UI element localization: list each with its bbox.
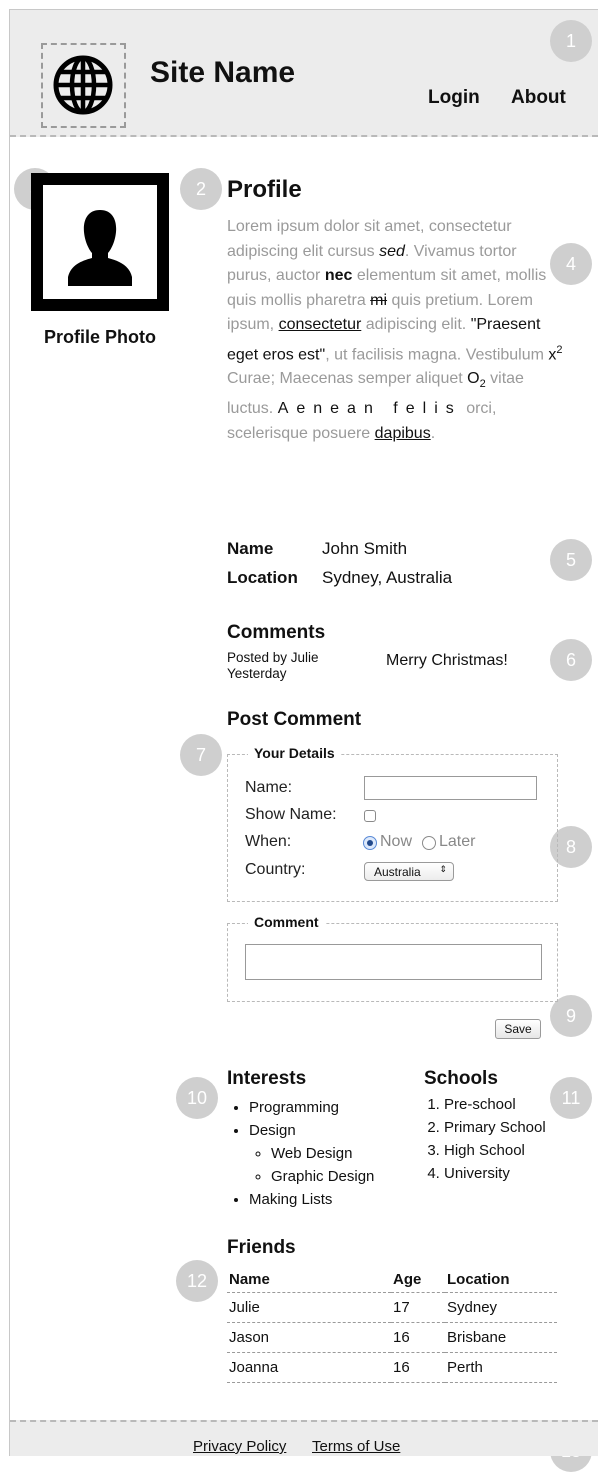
friends-table: Name Age Location Julie 17 Sydney Jason …	[227, 1266, 557, 1383]
italic-text: sed	[379, 242, 405, 260]
schools-list: Pre-school Primary School High School Un…	[424, 1093, 546, 1185]
table-cell: 16	[391, 1322, 445, 1353]
table-header-row: Name Age Location	[227, 1266, 557, 1293]
terms-of-use-link[interactable]: Terms of Use	[312, 1438, 400, 1455]
column-header: Location	[445, 1266, 557, 1293]
table-row: Jason 16 Brisbane	[227, 1322, 557, 1353]
list-item: University	[444, 1162, 546, 1185]
table-cell: Brisbane	[445, 1322, 557, 1353]
list-item: Primary School	[444, 1116, 546, 1139]
your-details-legend: Your Details	[248, 745, 341, 761]
list-item: Graphic Design	[271, 1165, 374, 1188]
name-value: John Smith	[322, 539, 408, 558]
table-cell: 17	[391, 1292, 445, 1323]
comment-meta: Posted by Julie Yesterday	[227, 650, 319, 682]
table-row: Julie 17 Sydney	[227, 1292, 557, 1323]
comment-legend: Comment	[248, 914, 325, 930]
logo[interactable]	[41, 43, 126, 128]
person-silhouette-icon	[68, 210, 132, 286]
superscript: 2	[556, 343, 563, 356]
profile-title: Profile	[227, 176, 302, 203]
column-header: Name	[227, 1266, 391, 1293]
site-header: Site Name Login About	[10, 10, 598, 137]
annotation-badge: 7	[180, 734, 222, 776]
when-now-label[interactable]: Now	[380, 833, 412, 851]
globe-icon	[53, 55, 113, 115]
annotation-badge: 10	[176, 1077, 218, 1119]
country-selected-value: Australia	[374, 865, 421, 879]
site-footer: Privacy Policy Terms of Use	[10, 1420, 598, 1456]
post-comment-title: Post Comment	[227, 709, 362, 730]
comment-date: Yesterday	[227, 666, 287, 681]
interests-list: Programming Design Web Design Graphic De…	[227, 1096, 374, 1211]
select-arrows-icon: ⇕	[439, 864, 447, 874]
show-name-label: Show Name:	[245, 806, 337, 823]
country-label: Country:	[245, 861, 306, 878]
save-button[interactable]: Save	[495, 1019, 541, 1039]
location-value: Sydney, Australia	[322, 568, 453, 587]
comments-title: Comments	[227, 622, 326, 643]
name-row: Name John Smith	[227, 539, 407, 559]
strikethrough-text: mi	[370, 291, 388, 309]
list-item: High School	[444, 1139, 546, 1162]
privacy-policy-link[interactable]: Privacy Policy	[193, 1438, 286, 1455]
annotation-badge: 5	[550, 539, 592, 581]
comment-author: Posted by Julie	[227, 650, 319, 665]
table-cell: Perth	[445, 1352, 557, 1383]
profile-description: Lorem ipsum dolor sit amet, consectetur …	[227, 218, 563, 442]
name-label: Name	[227, 539, 274, 558]
list-item: Programming	[249, 1096, 374, 1119]
annotation-badge: 12	[176, 1260, 218, 1302]
annotation-badge: 6	[550, 639, 592, 681]
list-item: Making Lists	[249, 1188, 374, 1211]
location-row: Location Sydney, Australia	[227, 568, 452, 588]
when-label: When:	[245, 833, 292, 850]
annotation-badge: 1	[550, 20, 592, 62]
name-field[interactable]	[364, 776, 537, 800]
table-cell: Sydney	[445, 1292, 557, 1323]
letter-spaced-text: Aenean felis	[277, 400, 462, 418]
friends-title: Friends	[227, 1237, 296, 1258]
when-now-radio[interactable]	[363, 836, 377, 850]
nav-about[interactable]: About	[511, 87, 566, 109]
column-header: Age	[391, 1266, 445, 1293]
list-item: Pre-school	[444, 1093, 546, 1116]
table-cell: 16	[391, 1352, 445, 1383]
list-item: Web Design	[271, 1142, 374, 1165]
table-cell: Joanna	[227, 1352, 391, 1383]
profile-photo[interactable]	[31, 173, 169, 311]
underlined-text: consectetur	[278, 316, 362, 333]
comment-text: Merry Christmas!	[386, 652, 508, 669]
schools-title: Schools	[424, 1068, 498, 1089]
country-select[interactable]: Australia ⇕	[364, 862, 454, 881]
site-name[interactable]: Site Name	[150, 56, 295, 90]
nav-login[interactable]: Login	[428, 87, 480, 109]
when-later-radio[interactable]	[422, 836, 436, 850]
location-label: Location	[227, 568, 298, 587]
show-name-checkbox[interactable]	[364, 810, 376, 822]
bold-text: nec	[324, 267, 353, 284]
when-later-label[interactable]: Later	[439, 833, 475, 851]
table-row: Joanna 16 Perth	[227, 1352, 557, 1383]
list-item: Design Web Design Graphic Design	[249, 1119, 374, 1188]
annotation-badge: 2	[180, 168, 222, 210]
name-field-label: Name:	[245, 779, 293, 796]
annotation-badge: 11	[550, 1077, 592, 1119]
underlined-text: dapibus	[374, 424, 431, 442]
profile-photo-caption: Profile Photo	[44, 327, 156, 347]
table-cell: Julie	[227, 1292, 391, 1323]
interests-title: Interests	[227, 1068, 307, 1089]
table-cell: Jason	[227, 1322, 391, 1353]
comment-textarea[interactable]	[245, 944, 542, 980]
